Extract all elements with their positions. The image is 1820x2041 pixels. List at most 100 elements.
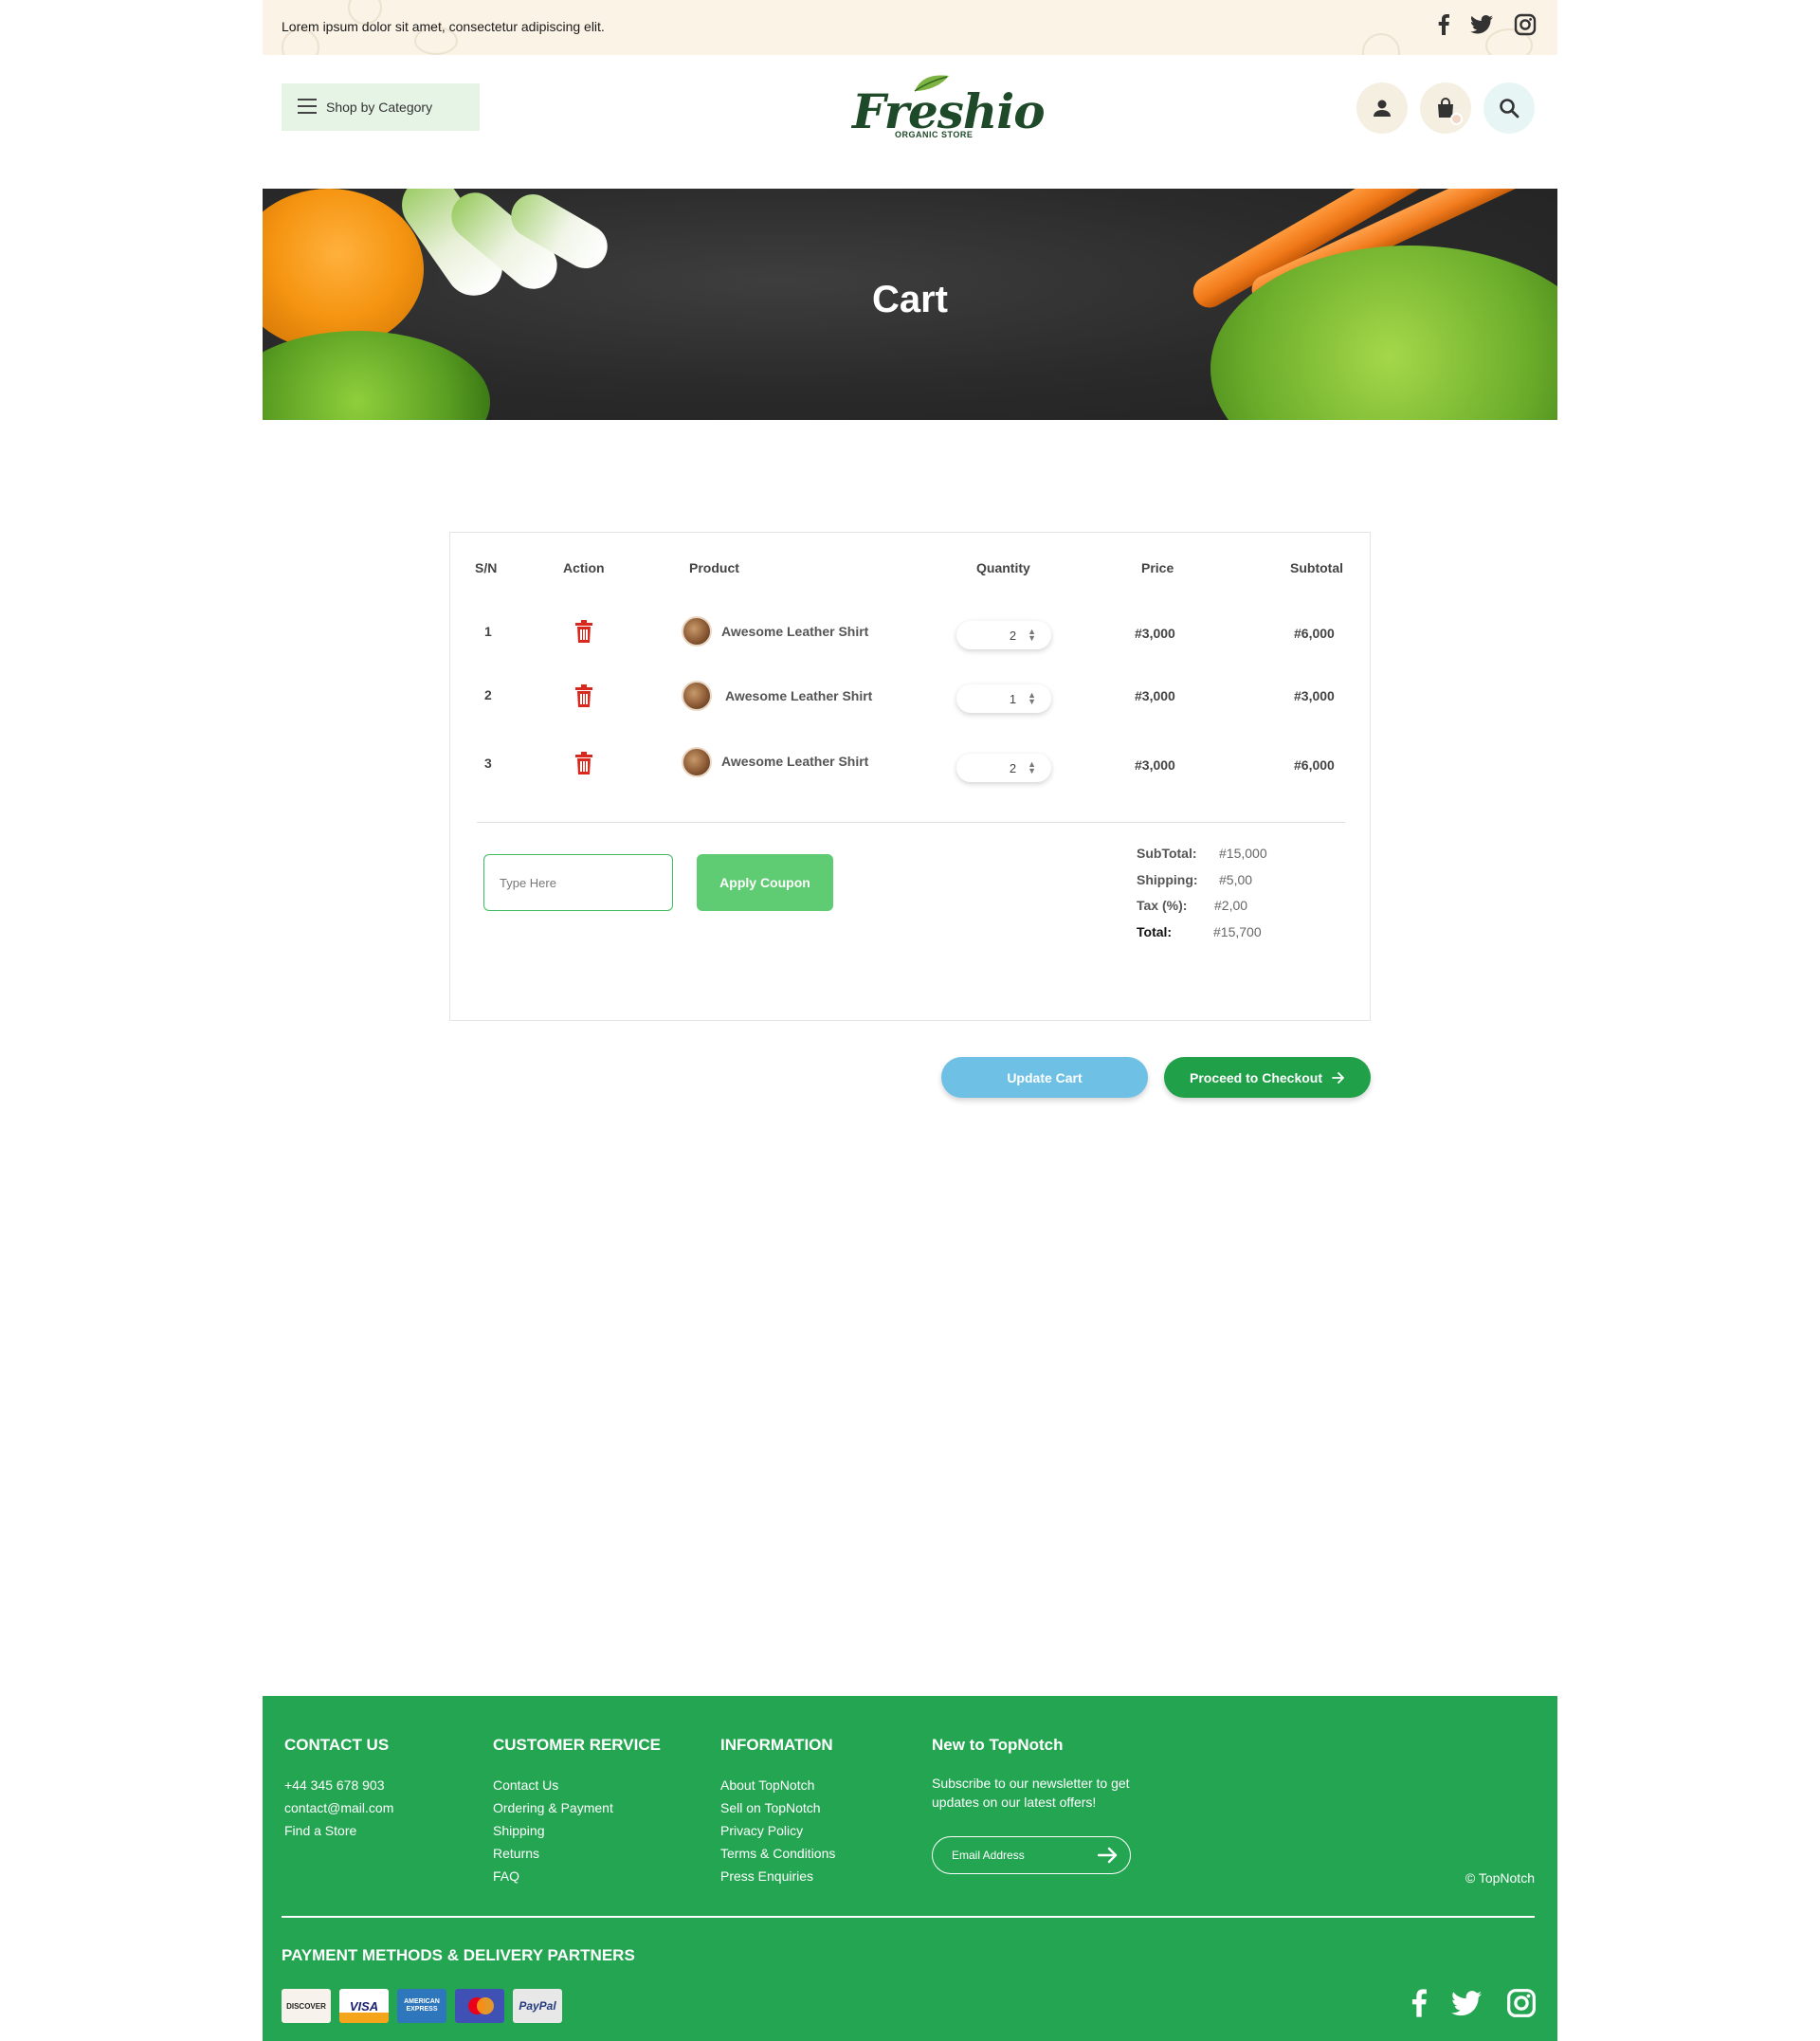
shop-by-category-label: Shop by Category	[326, 100, 433, 115]
item-subtotal: #6,000	[1294, 626, 1335, 641]
search-icon	[1500, 99, 1520, 118]
update-cart-button[interactable]: Update Cart	[941, 1057, 1148, 1098]
delete-item-button[interactable]	[575, 752, 592, 779]
footer-link[interactable]: Contact Us	[493, 1774, 661, 1796]
search-button[interactable]	[1483, 82, 1535, 134]
footer-link[interactable]: Returns	[493, 1842, 661, 1865]
stepper-arrows-icon[interactable]: ▲ ▼	[1028, 760, 1036, 775]
account-button[interactable]	[1356, 82, 1408, 134]
arrow-right-icon	[1332, 1071, 1344, 1084]
footer-link-phone[interactable]: +44 345 678 903	[284, 1774, 393, 1796]
logo-tagline: ORGANIC STORE	[895, 130, 974, 139]
footer-newsletter-column: New to TopNotch Subscribe to our newslet…	[932, 1736, 1178, 1874]
footer-social-links	[1411, 1988, 1537, 2023]
delete-item-button[interactable]	[575, 684, 592, 712]
product-thumbnail	[682, 747, 712, 777]
visa-card-logo: VISA	[339, 1989, 389, 2023]
announcement-text: Lorem ipsum dolor sit amet, consectetur …	[282, 19, 605, 34]
facebook-icon[interactable]	[1438, 14, 1449, 35]
footer-contact-column: CONTACT US +44 345 678 903 contact@mail.…	[284, 1736, 393, 1842]
row-sn: 3	[484, 756, 492, 771]
page-title: Cart	[871, 279, 949, 320]
freshio-logo[interactable]: Freshio ORGANIC STORE	[852, 70, 1046, 146]
table-divider	[477, 822, 1345, 823]
coupon-input[interactable]	[483, 854, 673, 911]
quantity-value: 1	[1009, 691, 1017, 706]
product-thumbnail	[682, 681, 712, 711]
total-label: Total:	[1137, 924, 1173, 939]
page-banner: Cart	[263, 189, 1557, 420]
row-sn: 1	[484, 624, 492, 639]
arrow-right-icon[interactable]	[1098, 1847, 1119, 1864]
delete-item-button[interactable]	[575, 620, 592, 647]
quantity-value: 2	[1009, 628, 1017, 643]
instagram-icon[interactable]	[1506, 1988, 1537, 2023]
newsletter-email-input[interactable]	[952, 1849, 1084, 1862]
trash-icon	[575, 684, 592, 707]
table-row: 1 Awesome Leather Shirt 2 ▲ ▼ #3,000 #6,0…	[450, 613, 1370, 651]
footer-link[interactable]: Terms & Conditions	[720, 1842, 835, 1865]
subtotal-label: SubTotal:	[1137, 846, 1197, 861]
mastercard-logo	[455, 1989, 504, 2023]
shop-by-category-button[interactable]: Shop by Category	[282, 83, 480, 131]
cart-button[interactable]	[1420, 82, 1471, 134]
product-name[interactable]: Awesome Leather Shirt	[725, 688, 872, 703]
instagram-icon[interactable]	[1514, 13, 1537, 36]
footer-divider	[282, 1916, 1535, 1918]
footer-link[interactable]: Press Enquiries	[720, 1865, 835, 1887]
footer-link[interactable]: FAQ	[493, 1865, 661, 1887]
payment-methods-heading: PAYMENT METHODS & DELIVERY PARTNERS	[282, 1946, 635, 1964]
footer-link[interactable]: Sell on TopNotch	[720, 1796, 835, 1819]
column-header-sn: S/N	[475, 560, 498, 575]
column-header-price: Price	[1141, 560, 1174, 575]
product-thumbnail	[682, 616, 712, 647]
quantity-stepper[interactable]: 2 ▲ ▼	[956, 621, 1051, 649]
tax-value: #2,00	[1214, 898, 1248, 913]
checkout-label: Proceed to Checkout	[1189, 1069, 1323, 1085]
column-header-action: Action	[563, 560, 605, 575]
newsletter-text: Subscribe to our newsletter to get updat…	[932, 1776, 1130, 1810]
product-name[interactable]: Awesome Leather Shirt	[721, 754, 868, 769]
footer-heading: INFORMATION	[720, 1736, 833, 1754]
stepper-arrows-icon[interactable]: ▲ ▼	[1028, 628, 1036, 643]
decoration-doodle	[1362, 33, 1400, 55]
footer-link-find-store[interactable]: Find a Store	[284, 1819, 393, 1842]
newsletter-form	[932, 1836, 1131, 1874]
facebook-icon[interactable]	[1411, 1989, 1427, 2022]
footer-link[interactable]: About TopNotch	[720, 1774, 835, 1796]
site-footer: CONTACT US +44 345 678 903 contact@mail.…	[263, 1696, 1557, 2041]
payment-methods-list: DISCOVER VISA AMERICAN EXPRESS PayPal	[282, 1989, 562, 2023]
apply-coupon-button[interactable]: Apply Coupon	[697, 854, 833, 911]
proceed-to-checkout-button[interactable]: Proceed to Checkout	[1164, 1057, 1371, 1098]
footer-information-column: INFORMATION About TopNotch Sell on TopNo…	[720, 1736, 835, 1887]
twitter-icon[interactable]	[1451, 1990, 1482, 2021]
paypal-logo: PayPal	[513, 1989, 562, 2023]
item-price: #3,000	[1135, 688, 1175, 703]
shipping-value: #5,00	[1219, 872, 1253, 887]
subtotal-value: #15,000	[1219, 846, 1267, 861]
quantity-stepper[interactable]: 1 ▲ ▼	[956, 684, 1051, 713]
table-row: 2 Awesome Leather Shirt 1 ▲ ▼ #3,000 #3,0…	[450, 677, 1370, 715]
header-actions	[1356, 82, 1535, 134]
item-price: #3,000	[1135, 757, 1175, 773]
quantity-stepper[interactable]: 2 ▲ ▼	[956, 754, 1051, 782]
product-name[interactable]: Awesome Leather Shirt	[721, 624, 868, 639]
shipping-label: Shipping:	[1137, 872, 1198, 887]
twitter-icon[interactable]	[1470, 15, 1493, 34]
amex-card-logo: AMERICAN EXPRESS	[397, 1989, 446, 2023]
stepper-arrows-icon[interactable]: ▲ ▼	[1028, 691, 1036, 706]
item-subtotal: #3,000	[1294, 688, 1335, 703]
footer-link[interactable]: Shipping	[493, 1819, 661, 1842]
column-header-product: Product	[689, 560, 739, 575]
page: Lorem ipsum dolor sit amet, consectetur …	[263, 0, 1557, 2041]
cart-table: S/N Action Product Quantity Price Subtot…	[449, 532, 1371, 1021]
table-row: 3 Awesome Leather Shirt 2 ▲ ▼ #3,000 #6,0…	[450, 744, 1370, 782]
footer-link[interactable]: Privacy Policy	[720, 1819, 835, 1842]
user-icon	[1374, 100, 1391, 117]
footer-customer-service-column: CUSTOMER RERVICE Contact Us Ordering & P…	[493, 1736, 661, 1887]
footer-link[interactable]: Ordering & Payment	[493, 1796, 661, 1819]
tax-label: Tax (%):	[1137, 898, 1188, 913]
footer-link-email[interactable]: contact@mail.com	[284, 1796, 393, 1819]
total-value: #15,700	[1213, 924, 1262, 939]
column-header-quantity: Quantity	[976, 560, 1030, 575]
